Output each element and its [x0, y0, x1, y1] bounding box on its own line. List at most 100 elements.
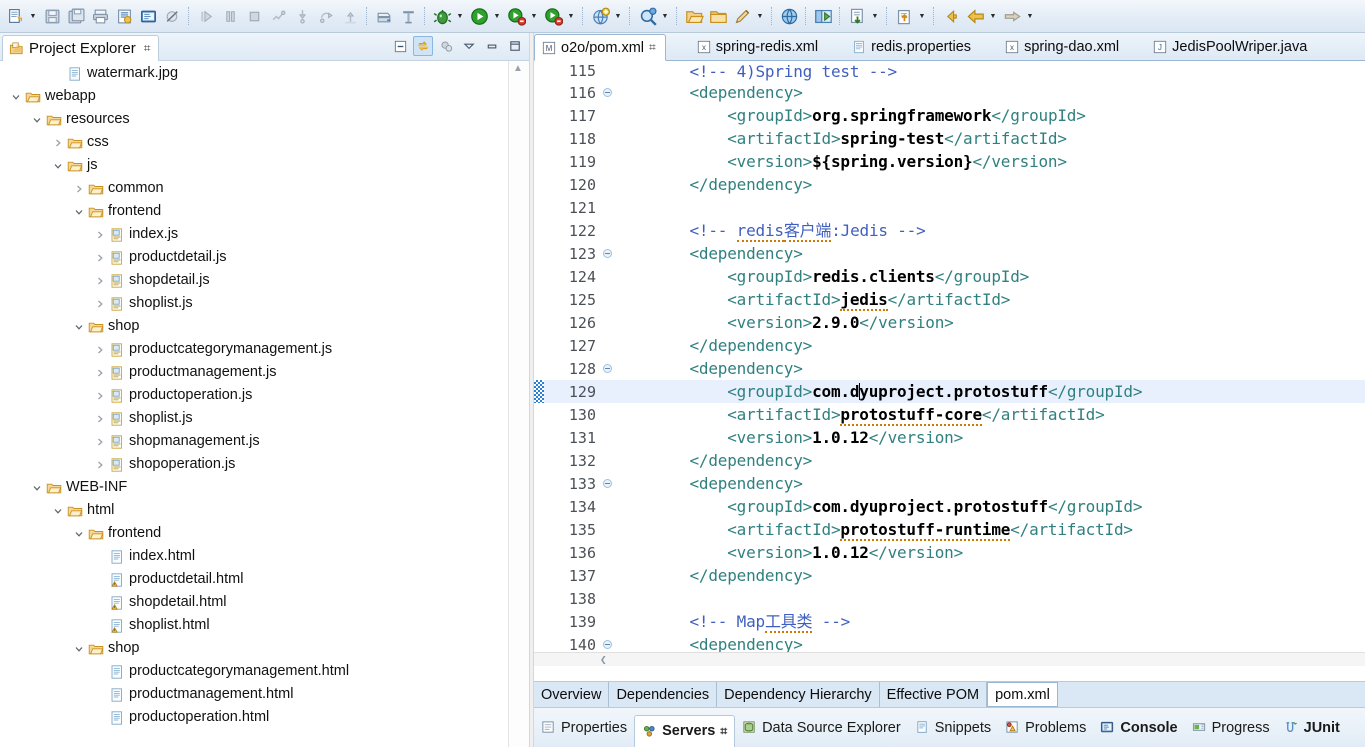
tree-item[interactable]: watermark.jpg: [0, 62, 508, 85]
pom-form-tab-dependency-hierarchy[interactable]: Dependency Hierarchy: [717, 682, 880, 707]
coverage-icon[interactable]: [542, 5, 564, 27]
chevron-right-icon[interactable]: [92, 338, 108, 361]
tree-item[interactable]: productcategorymanagement.html: [0, 660, 508, 683]
chevron-right-icon[interactable]: [92, 269, 108, 292]
bottom-tab-data-source-explorer[interactable]: Data Source Explorer: [735, 713, 908, 743]
code-line[interactable]: 126 <version>2.9.0</version>: [534, 311, 1365, 334]
tree-item[interactable]: shoplist.js: [0, 292, 508, 315]
chevron-down-icon[interactable]: [71, 200, 87, 223]
close-icon[interactable]: ⌗: [649, 40, 656, 55]
code-line[interactable]: 131 <version>1.0.12</version>: [534, 426, 1365, 449]
tree-item[interactable]: shopdetail.js: [0, 269, 508, 292]
tree-item[interactable]: shoplist.html: [0, 614, 508, 637]
step-into-icon[interactable]: [291, 5, 313, 27]
back-icon[interactable]: [964, 5, 986, 27]
tree-item[interactable]: frontend: [0, 522, 508, 545]
tree-item[interactable]: productdetail.html: [0, 568, 508, 591]
chevron-down-icon[interactable]: [71, 637, 87, 660]
code-line[interactable]: 121: [534, 196, 1365, 219]
fold-collapse-icon[interactable]: [600, 472, 614, 495]
step-over-icon[interactable]: [315, 5, 337, 27]
forward-icon[interactable]: [1001, 5, 1023, 27]
back-dropdown-arrow[interactable]: [987, 5, 999, 27]
save-icon[interactable]: [41, 5, 63, 27]
tree-item[interactable]: productdetail.js: [0, 246, 508, 269]
code-line[interactable]: 128 <dependency>: [534, 357, 1365, 380]
close-icon[interactable]: ⌗: [144, 41, 151, 56]
code-line[interactable]: 119 <version>${spring.version}</version>: [534, 150, 1365, 173]
close-icon[interactable]: ⌗: [720, 724, 727, 739]
scroll-left-icon[interactable]: ❮: [600, 653, 607, 666]
bottom-tab-console[interactable]: Console: [1093, 713, 1184, 743]
console-icon[interactable]: [137, 5, 159, 27]
code-line[interactable]: 125 <artifactId>jedis</artifactId>: [534, 288, 1365, 311]
bottom-tab-problems[interactable]: Problems: [998, 713, 1093, 743]
pom-form-tab-overview[interactable]: Overview: [534, 682, 610, 707]
minimize-view-icon[interactable]: [482, 36, 502, 56]
pencil-icon[interactable]: [731, 5, 753, 27]
back-nav-icon[interactable]: [940, 5, 962, 27]
tree-item[interactable]: productmanagement.js: [0, 361, 508, 384]
server-dropdown-arrow[interactable]: [612, 5, 624, 27]
tree-item[interactable]: shop: [0, 315, 508, 338]
code-horizontal-scrollbar[interactable]: ❮: [534, 652, 1365, 666]
code-line[interactable]: 138: [534, 587, 1365, 610]
print-icon[interactable]: [89, 5, 111, 27]
code-line[interactable]: 127 </dependency>: [534, 334, 1365, 357]
tree-item[interactable]: resources: [0, 108, 508, 131]
disconnect-icon[interactable]: [267, 5, 289, 27]
run-external-icon[interactable]: [505, 5, 527, 27]
code-line[interactable]: 117 <groupId>org.springframework</groupI…: [534, 104, 1365, 127]
code-line[interactable]: 115 <!-- 4)Spring test -->: [534, 61, 1365, 83]
new-server-icon[interactable]: [589, 5, 611, 27]
chevron-down-icon[interactable]: [50, 499, 66, 522]
chevron-right-icon[interactable]: [92, 246, 108, 269]
run-external-dropdown-arrow[interactable]: [528, 5, 540, 27]
search-dropdown-arrow[interactable]: [659, 5, 671, 27]
tree-item[interactable]: js: [0, 154, 508, 177]
debug-dropdown-arrow[interactable]: [454, 5, 466, 27]
chevron-right-icon[interactable]: [71, 177, 87, 200]
code-line[interactable]: 139 <!-- Map工具类 -->: [534, 610, 1365, 633]
editor-tab-spring-redis-xml[interactable]: x spring-redis.xml: [690, 33, 827, 60]
chevron-right-icon[interactable]: [92, 384, 108, 407]
link-with-editor-icon[interactable]: [413, 36, 433, 56]
code-line[interactable]: 132 </dependency>: [534, 449, 1365, 472]
debug-icon[interactable]: [431, 5, 453, 27]
fold-collapse-icon[interactable]: [600, 357, 614, 380]
new-wizard-icon[interactable]: [4, 5, 26, 27]
chevron-down-icon[interactable]: [29, 476, 45, 499]
code-line[interactable]: 130 <artifactId>protostuff-core</artifac…: [534, 403, 1365, 426]
tree-item[interactable]: productoperation.html: [0, 706, 508, 729]
tree-item[interactable]: frontend: [0, 200, 508, 223]
tree-item[interactable]: common: [0, 177, 508, 200]
pom-xml-code-editor[interactable]: 115 <!-- 4)Spring test --> 116 <dependenc…: [534, 61, 1365, 666]
tree-item[interactable]: productoperation.js: [0, 384, 508, 407]
pencil-dropdown-arrow[interactable]: [754, 5, 766, 27]
tree-item[interactable]: shopdetail.html: [0, 591, 508, 614]
code-line[interactable]: 137 </dependency>: [534, 564, 1365, 587]
tree-item[interactable]: productmanagement.html: [0, 683, 508, 706]
chevron-right-icon[interactable]: [92, 292, 108, 315]
tree-item[interactable]: webapp: [0, 85, 508, 108]
run-icon[interactable]: [468, 5, 490, 27]
chevron-down-icon[interactable]: [50, 154, 66, 177]
new-dropdown-arrow[interactable]: [27, 5, 39, 27]
code-line[interactable]: 135 <artifactId>protostuff-runtime</arti…: [534, 518, 1365, 541]
search-icon[interactable]: [636, 5, 658, 27]
code-line[interactable]: 118 <artifactId>spring-test</artifactId>: [534, 127, 1365, 150]
collapse-all-icon[interactable]: [390, 36, 410, 56]
project-tree-scrollbar[interactable]: ▲: [508, 61, 531, 747]
tab-project-explorer[interactable]: Project Explorer ⌗: [2, 35, 160, 61]
pom-form-tab-effective-pom[interactable]: Effective POM: [880, 682, 988, 707]
fold-collapse-icon[interactable]: [600, 242, 614, 265]
tree-item[interactable]: css: [0, 131, 508, 154]
chevron-down-icon[interactable]: [71, 315, 87, 338]
code-line[interactable]: 116 <dependency>: [534, 81, 1365, 104]
chevron-right-icon[interactable]: [92, 223, 108, 246]
import-dropdown-arrow[interactable]: [869, 5, 881, 27]
skip-breakpoints-icon[interactable]: [161, 5, 183, 27]
focus-on-active-task-icon[interactable]: [436, 36, 456, 56]
tree-item[interactable]: productcategorymanagement.js: [0, 338, 508, 361]
terminate-icon[interactable]: [243, 5, 265, 27]
